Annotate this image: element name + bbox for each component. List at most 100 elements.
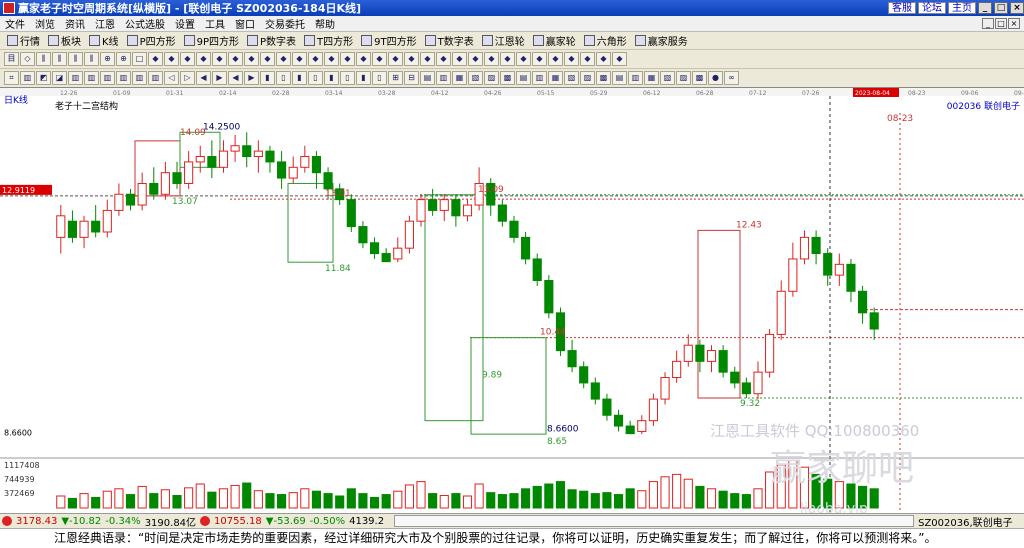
analysis-tool-icon-11[interactable]: ▷ <box>180 71 195 85</box>
analysis-tool-icon-43[interactable]: ▩ <box>692 71 707 85</box>
analysis-tool-icon-44[interactable]: ● <box>708 71 723 85</box>
analysis-tool-icon-16[interactable]: ▮ <box>260 71 275 85</box>
kline-chart[interactable]: 12-26 01-09 01-31 02-14 02-28 03-14 03-28 04-12… <box>0 88 1024 517</box>
draw-tool-icon-18[interactable]: ◆ <box>292 52 307 66</box>
menu-file[interactable]: 文件 <box>0 16 30 31</box>
draw-tool-icon-24[interactable]: ◆ <box>388 52 403 66</box>
homepage-link[interactable]: 主页 <box>948 2 976 14</box>
analysis-tool-icon-33[interactable]: ▥ <box>532 71 547 85</box>
analysis-tool-icon-23[interactable]: ▯ <box>372 71 387 85</box>
analysis-tool-icon-5[interactable]: ▥ <box>84 71 99 85</box>
draw-tool-icon-37[interactable]: ◆ <box>596 52 611 66</box>
toolbar-button-9[interactable]: 江恩轮 <box>479 33 528 48</box>
menu-gann[interactable]: 江恩 <box>90 16 120 31</box>
menu-tools[interactable]: 工具 <box>200 16 230 31</box>
draw-tool-icon-20[interactable]: ◆ <box>324 52 339 66</box>
analysis-tool-icon-28[interactable]: ▦ <box>452 71 467 85</box>
analysis-tool-icon-4[interactable]: ▥ <box>68 71 83 85</box>
toolbar-button-10[interactable]: 赢家轮 <box>530 33 579 48</box>
analysis-tool-icon-31[interactable]: ▩ <box>500 71 515 85</box>
analysis-tool-icon-1[interactable]: ▥ <box>20 71 35 85</box>
menu-info[interactable]: 资讯 <box>60 16 90 31</box>
draw-tool-icon-17[interactable]: ◆ <box>276 52 291 66</box>
analysis-tool-icon-15[interactable]: ▶ <box>244 71 259 85</box>
analysis-tool-icon-6[interactable]: ▥ <box>100 71 115 85</box>
analysis-tool-icon-19[interactable]: ▯ <box>308 71 323 85</box>
draw-tool-icon-6[interactable]: ⊕ <box>100 52 115 66</box>
draw-tool-icon-2[interactable]: ⫼ <box>36 52 51 66</box>
analysis-tool-icon-12[interactable]: ◀ <box>196 71 211 85</box>
draw-tool-icon-29[interactable]: ◆ <box>468 52 483 66</box>
draw-tool-icon-26[interactable]: ◆ <box>420 52 435 66</box>
draw-tool-icon-22[interactable]: ◆ <box>356 52 371 66</box>
draw-tool-icon-30[interactable]: ◆ <box>484 52 499 66</box>
child-close-icon[interactable]: × <box>1008 18 1020 29</box>
kline-chart-panel[interactable]: 12-26 01-09 01-31 02-14 02-28 03-14 03-28 04-12… <box>0 88 1024 517</box>
analysis-tool-icon-40[interactable]: ▦ <box>644 71 659 85</box>
analysis-tool-icon-37[interactable]: ▩ <box>596 71 611 85</box>
forum-link[interactable]: 论坛 <box>918 2 946 14</box>
support-link[interactable]: 客服 <box>888 2 916 14</box>
draw-tool-icon-31[interactable]: ◆ <box>500 52 515 66</box>
toolbar-button-1[interactable]: 板块 <box>45 33 84 48</box>
draw-tool-icon-34[interactable]: ◆ <box>548 52 563 66</box>
draw-tool-icon-25[interactable]: ◆ <box>404 52 419 66</box>
analysis-tool-icon-8[interactable]: ▥ <box>132 71 147 85</box>
draw-tool-icon-36[interactable]: ◆ <box>580 52 595 66</box>
analysis-tool-icon-18[interactable]: ▮ <box>292 71 307 85</box>
toolbar-button-12[interactable]: 赢家服务 <box>632 33 691 48</box>
draw-tool-icon-27[interactable]: ◆ <box>436 52 451 66</box>
draw-tool-icon-15[interactable]: ◆ <box>244 52 259 66</box>
menu-help[interactable]: 帮助 <box>310 16 340 31</box>
analysis-tool-icon-34[interactable]: ▦ <box>548 71 563 85</box>
toolbar-button-6[interactable]: T四方形 <box>301 33 356 48</box>
analysis-tool-icon-45[interactable]: ∞ <box>724 71 739 85</box>
analysis-tool-icon-24[interactable]: ⊞ <box>388 71 403 85</box>
analysis-tool-icon-36[interactable]: ▨ <box>580 71 595 85</box>
toolbar-button-11[interactable]: 六角形 <box>581 33 630 48</box>
child-minimize-icon[interactable]: _ <box>982 18 994 29</box>
menu-formula[interactable]: 公式选股 <box>120 16 170 31</box>
analysis-tool-icon-22[interactable]: ▮ <box>356 71 371 85</box>
analysis-tool-icon-9[interactable]: ▥ <box>148 71 163 85</box>
draw-tool-icon-16[interactable]: ◆ <box>260 52 275 66</box>
draw-tool-icon-23[interactable]: ◆ <box>372 52 387 66</box>
chart-scrollbar[interactable] <box>394 515 915 527</box>
analysis-tool-icon-30[interactable]: ▨ <box>484 71 499 85</box>
draw-tool-icon-32[interactable]: ◆ <box>516 52 531 66</box>
draw-tool-icon-19[interactable]: ◆ <box>308 52 323 66</box>
draw-tool-icon-3[interactable]: ⫼ <box>52 52 67 66</box>
toolbar-button-0[interactable]: 行情 <box>4 33 43 48</box>
toolbar-button-8[interactable]: T数字表 <box>422 33 477 48</box>
analysis-tool-icon-42[interactable]: ▨ <box>676 71 691 85</box>
maximize-button[interactable]: □ <box>994 2 1008 14</box>
draw-tool-icon-5[interactable]: ⫼ <box>84 52 99 66</box>
analysis-tool-icon-38[interactable]: ▤ <box>612 71 627 85</box>
analysis-tool-icon-2[interactable]: ◩ <box>36 71 51 85</box>
toolbar-button-4[interactable]: 9P四方形 <box>181 33 242 48</box>
child-restore-icon[interactable]: □ <box>995 18 1007 29</box>
analysis-tool-icon-3[interactable]: ◪ <box>52 71 67 85</box>
draw-tool-icon-4[interactable]: ⫼ <box>68 52 83 66</box>
menu-settings[interactable]: 设置 <box>170 16 200 31</box>
menu-trade[interactable]: 交易委托 <box>260 16 310 31</box>
draw-tool-icon-21[interactable]: ◆ <box>340 52 355 66</box>
draw-tool-icon-28[interactable]: ◆ <box>452 52 467 66</box>
analysis-tool-icon-35[interactable]: ▧ <box>564 71 579 85</box>
draw-tool-icon-12[interactable]: ◆ <box>196 52 211 66</box>
draw-tool-icon-11[interactable]: ◆ <box>180 52 195 66</box>
draw-tool-icon-13[interactable]: ◆ <box>212 52 227 66</box>
analysis-tool-icon-32[interactable]: ▤ <box>516 71 531 85</box>
draw-tool-icon-0[interactable]: 目 <box>4 52 19 66</box>
draw-tool-icon-1[interactable]: ◇ <box>20 52 35 66</box>
toolbar-button-7[interactable]: 9T四方形 <box>358 33 419 48</box>
analysis-tool-icon-26[interactable]: ▤ <box>420 71 435 85</box>
toolbar-button-3[interactable]: P四方形 <box>124 33 179 48</box>
analysis-tool-icon-21[interactable]: ▯ <box>340 71 355 85</box>
draw-tool-icon-35[interactable]: ◆ <box>564 52 579 66</box>
analysis-tool-icon-10[interactable]: ◁ <box>164 71 179 85</box>
analysis-tool-icon-17[interactable]: ▯ <box>276 71 291 85</box>
analysis-tool-icon-7[interactable]: ▥ <box>116 71 131 85</box>
analysis-tool-icon-13[interactable]: ▶ <box>212 71 227 85</box>
menu-browse[interactable]: 浏览 <box>30 16 60 31</box>
